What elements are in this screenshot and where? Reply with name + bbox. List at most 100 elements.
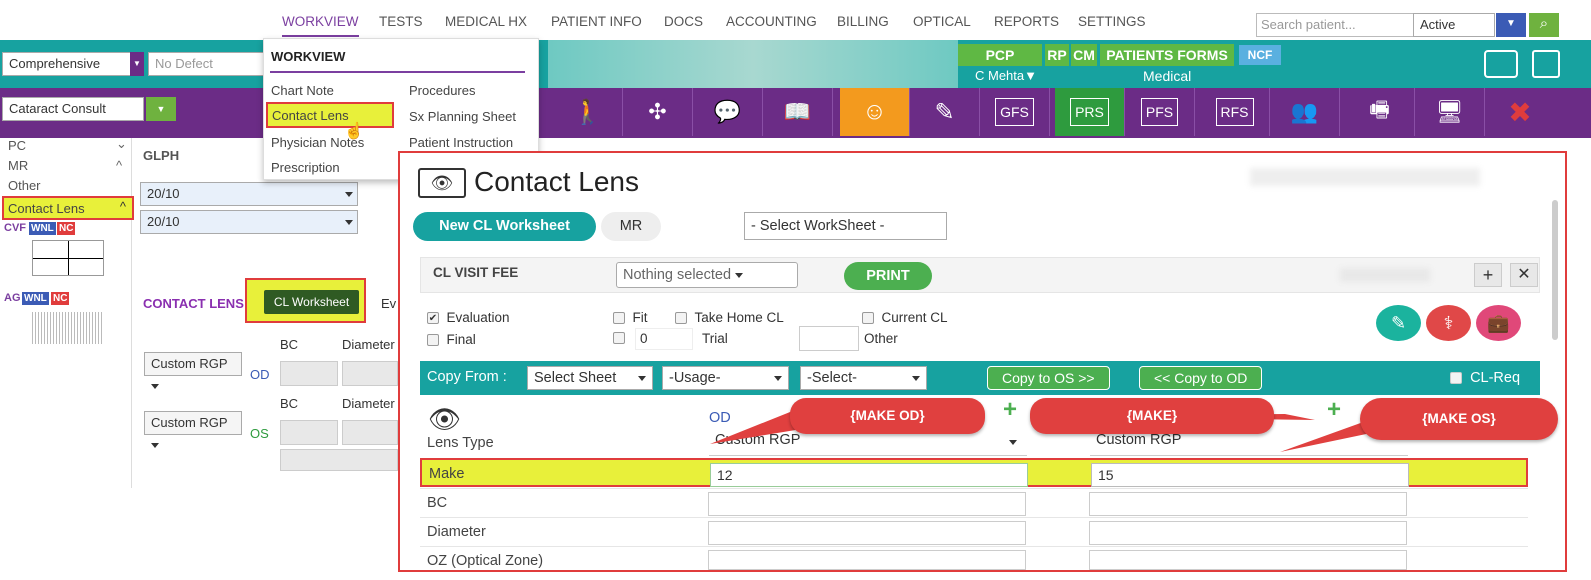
defect-select[interactable]: No Defect: [148, 52, 266, 76]
take-home-checkbox[interactable]: Take Home CL: [675, 310, 784, 325]
nav-docs[interactable]: DOCS: [664, 14, 703, 29]
prs-icon[interactable]: PRS: [1055, 88, 1125, 136]
diameter-od-input[interactable]: [708, 521, 1026, 545]
menu-item-sx-planning[interactable]: Sx Planning Sheet: [409, 109, 516, 124]
oz-os-input[interactable]: [1089, 550, 1407, 570]
print-button[interactable]: PRINT: [844, 262, 932, 290]
search-input[interactable]: Search patient...: [1256, 13, 1414, 37]
trial-count-input[interactable]: 0: [635, 328, 693, 350]
va-od-select[interactable]: 20/10: [140, 182, 358, 206]
doctor-team-icon[interactable]: 👥: [1270, 88, 1340, 136]
nav-accounting[interactable]: ACCOUNTING: [726, 14, 817, 29]
mr-tab[interactable]: MR: [601, 212, 661, 241]
ev-tab[interactable]: Ev: [381, 296, 396, 311]
copy-to-os-button[interactable]: Copy to OS >>: [987, 366, 1110, 390]
monitor-icon[interactable]: 🖥: [1415, 88, 1485, 136]
nav-patient-info[interactable]: PATIENT INFO: [551, 14, 642, 29]
rfs-icon[interactable]: RFS: [1200, 88, 1270, 136]
cl-worksheet-button[interactable]: CL Worksheet: [264, 290, 359, 314]
notes-field[interactable]: [280, 449, 398, 471]
diameter-od-field[interactable]: [342, 361, 398, 386]
scrollbar[interactable]: [1552, 200, 1558, 340]
patient-walk-icon[interactable]: 🚶: [553, 88, 623, 136]
nav-workview[interactable]: WORKVIEW: [282, 14, 359, 37]
copy-to-od-button[interactable]: << Copy to OD: [1139, 366, 1263, 390]
other-input[interactable]: [799, 326, 859, 351]
bc-os-input[interactable]: [1089, 492, 1407, 516]
evaluation-checkbox[interactable]: ✔ Evaluation: [427, 310, 510, 325]
nav-reports[interactable]: REPORTS: [994, 14, 1059, 29]
nav-tests[interactable]: TESTS: [379, 14, 423, 29]
wnl-badge[interactable]: WNL: [29, 222, 56, 235]
cvf-grid[interactable]: [32, 240, 104, 276]
nc-badge[interactable]: NC: [57, 222, 76, 235]
visit-fee-select[interactable]: Nothing selected: [616, 262, 798, 288]
document-clock-icon[interactable]: [1532, 50, 1560, 78]
consult-chat-icon[interactable]: 💬: [693, 88, 763, 136]
wnl-badge[interactable]: WNL: [22, 292, 49, 305]
cm-badge[interactable]: CM: [1071, 44, 1097, 66]
menu-item-prescription[interactable]: Prescription: [271, 160, 340, 175]
bc-od-input[interactable]: [708, 492, 1026, 516]
sidebar-item-pc[interactable]: PC: [8, 138, 26, 153]
ag-grid[interactable]: [32, 312, 104, 344]
visit-dropdown-button[interactable]: ▼: [146, 97, 176, 121]
fax-machine-icon[interactable]: 🖷: [1345, 88, 1415, 136]
pcp-badge[interactable]: PCP: [958, 44, 1042, 66]
current-cl-checkbox[interactable]: Current CL: [862, 310, 948, 325]
close-x-icon[interactable]: ✖: [1485, 88, 1555, 136]
sidebar-item-other[interactable]: Other: [8, 178, 41, 193]
patients-forms-button[interactable]: PATIENTS FORMS: [1100, 44, 1234, 66]
nav-optical[interactable]: OPTICAL: [913, 14, 971, 29]
copy-select[interactable]: -Select-: [800, 366, 927, 390]
edit-pencil-icon[interactable]: ✎: [1376, 305, 1421, 341]
select-sheet-select[interactable]: Select Sheet: [527, 366, 653, 390]
menu-item-patient-instruction[interactable]: Patient Instruction: [409, 135, 513, 150]
trial-checkbox[interactable]: [613, 330, 625, 345]
diameter-os-field[interactable]: [342, 420, 398, 445]
nav-billing[interactable]: BILLING: [837, 14, 889, 29]
nav-settings[interactable]: SETTINGS: [1078, 14, 1146, 29]
doctor-select[interactable]: C Mehta▼: [975, 68, 1037, 83]
oz-od-input[interactable]: [708, 550, 1026, 570]
usage-select[interactable]: -Usage-: [662, 366, 789, 390]
person-arrows-icon[interactable]: ✣: [623, 88, 693, 136]
menu-item-contact-lens[interactable]: Contact Lens: [266, 102, 394, 128]
ncf-badge[interactable]: NCF: [1239, 45, 1281, 65]
doctor-icon[interactable]: ⚕: [1426, 305, 1471, 341]
make-od-input[interactable]: 12: [710, 463, 1028, 487]
status-select[interactable]: Active: [1413, 13, 1495, 37]
chevron-down-icon[interactable]: ⌄: [116, 136, 127, 152]
nav-medical-hx[interactable]: MEDICAL HX: [445, 14, 527, 29]
scalpel-icon[interactable]: ✎: [910, 88, 980, 136]
cl-req-checkbox[interactable]: CL-Req: [1450, 370, 1520, 386]
diameter-os-input[interactable]: [1089, 521, 1407, 545]
fit-checkbox[interactable]: Fit: [613, 310, 648, 325]
chevron-down-icon[interactable]: ▼: [130, 52, 144, 76]
visit-type-select[interactable]: Cataract Consult: [2, 97, 144, 121]
search-icon[interactable]: ⌕: [1529, 13, 1559, 37]
exam-type-select[interactable]: Comprehensive: [2, 52, 144, 76]
make-os-input[interactable]: 15: [1091, 463, 1409, 487]
menu-item-procedures[interactable]: Procedures: [409, 83, 475, 98]
gfs-icon[interactable]: GFS: [980, 88, 1050, 136]
sidebar-item-mr[interactable]: MR: [8, 158, 28, 173]
add-icon[interactable]: +: [1474, 263, 1502, 287]
briefcase-icon[interactable]: 💼: [1476, 305, 1521, 341]
rp-badge[interactable]: RP: [1045, 44, 1069, 66]
lens-os-select[interactable]: Custom RGP: [144, 411, 242, 449]
lens-od-select[interactable]: Custom RGP: [144, 352, 242, 390]
head-book-icon[interactable]: 📖: [763, 88, 833, 136]
new-cl-worksheet-button[interactable]: New CL Worksheet: [413, 212, 596, 241]
final-checkbox[interactable]: Final: [427, 332, 476, 347]
bc-os-field[interactable]: [280, 420, 338, 445]
menu-item-chart-note[interactable]: Chart Note: [271, 83, 334, 98]
nc-badge[interactable]: NC: [51, 292, 70, 305]
va-os-select[interactable]: 20/10: [140, 210, 358, 234]
printer-icon[interactable]: [1484, 50, 1518, 78]
face-scan-icon[interactable]: ☺: [840, 88, 910, 136]
chevron-up-icon[interactable]: ^: [116, 158, 122, 173]
status-dropdown-button[interactable]: ▼: [1496, 13, 1526, 37]
select-worksheet[interactable]: - Select WorkSheet -: [744, 212, 947, 240]
pfs-icon[interactable]: PFS: [1125, 88, 1195, 136]
